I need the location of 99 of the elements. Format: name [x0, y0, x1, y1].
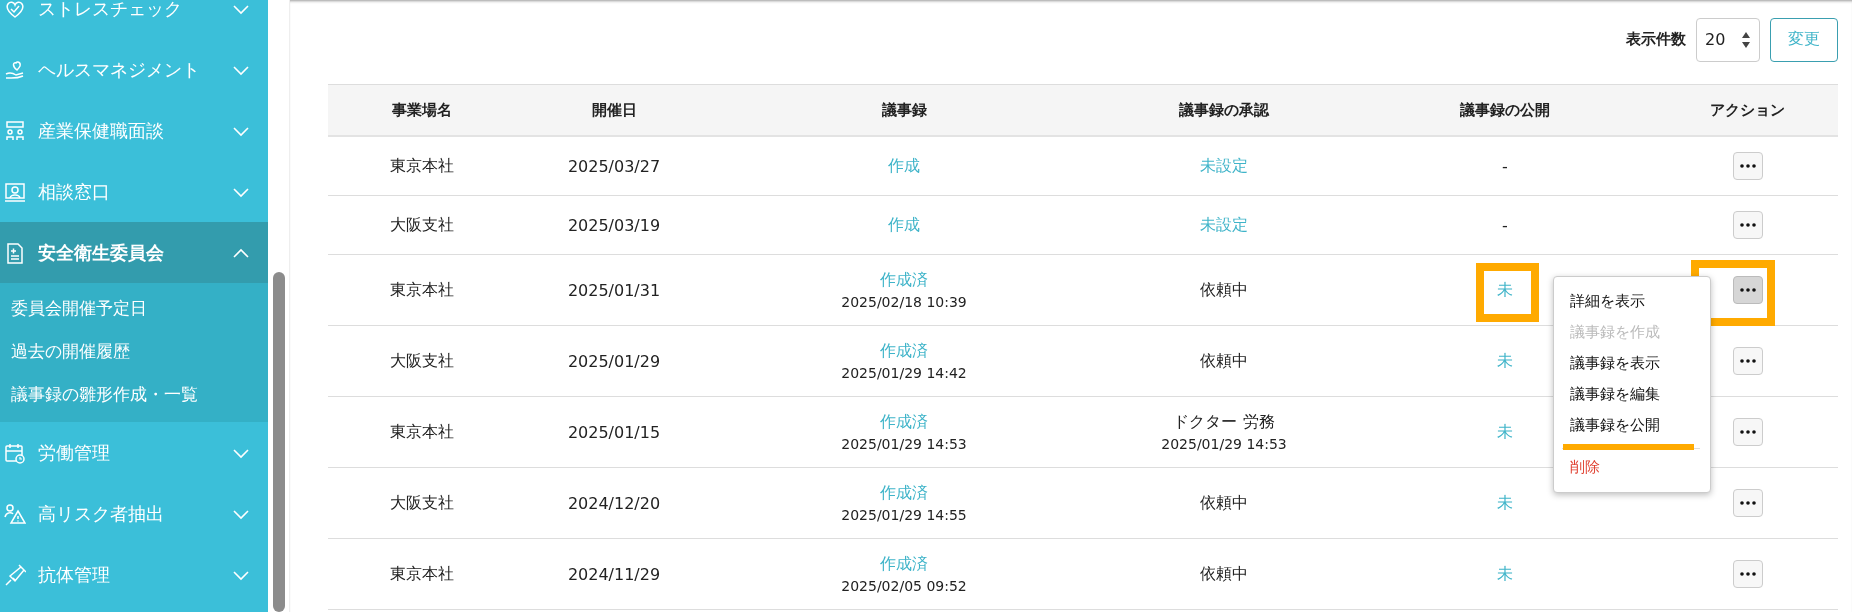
table-cell: 2025/01/29: [567, 351, 661, 371]
timestamp: 2025/01/29 14:53: [1161, 436, 1287, 452]
menu-item[interactable]: 詳細を表示: [1554, 287, 1710, 318]
more-button[interactable]: [1732, 560, 1763, 588]
highlight-box: [1476, 263, 1539, 322]
status-text: -: [1502, 215, 1508, 235]
menu-item[interactable]: 議事録を表示: [1554, 349, 1710, 380]
table-cell: 大阪支社: [389, 214, 454, 236]
status-link[interactable]: 未設定: [1200, 214, 1248, 236]
status-link[interactable]: 未: [1497, 279, 1513, 301]
status-text: 依頼中: [1200, 492, 1248, 514]
status-link[interactable]: 未: [1497, 350, 1513, 372]
menu-item-icon: [4, 180, 26, 203]
status-link[interactable]: 作成済: [880, 554, 928, 575]
column-header: 事業場名: [328, 84, 515, 137]
more-icon[interactable]: [1739, 223, 1756, 227]
status-link[interactable]: 未: [1497, 421, 1513, 443]
status-link[interactable]: 作成: [888, 214, 920, 236]
timestamp: 2025/01/29 14:55: [841, 507, 967, 523]
table-cell: 2025/01/31: [567, 280, 661, 300]
page-size-field[interactable]: 20: [1696, 17, 1760, 62]
sidebar-item[interactable]: ヘルスマネジメント: [0, 39, 268, 100]
more-button[interactable]: [1732, 418, 1763, 446]
status-link[interactable]: 未: [1497, 492, 1513, 514]
more-icon[interactable]: [1739, 430, 1756, 434]
sidebar-item[interactable]: 産業保健職面談: [0, 100, 268, 161]
timestamp: 2025/01/29 14:42: [841, 365, 967, 381]
status-text: 依頼中: [1200, 350, 1248, 372]
status-link[interactable]: 作成済: [880, 483, 928, 504]
table-cell: 2024/12/20: [567, 493, 661, 513]
more-icon[interactable]: [1739, 359, 1756, 363]
menu-item[interactable]: 議事録を公開: [1554, 411, 1710, 442]
column-header: 議事録の公開: [1353, 84, 1657, 137]
table-cell: 2025/01/15: [567, 422, 661, 442]
more-button[interactable]: [1732, 276, 1763, 304]
timestamp: 2025/02/18 10:39: [841, 294, 967, 310]
chevron-up-icon: [232, 246, 250, 259]
spinner-icon[interactable]: [1741, 30, 1751, 49]
timestamp: 2025/01/29 14:53: [841, 436, 967, 452]
status-text: -: [1502, 156, 1508, 176]
more-button[interactable]: [1732, 211, 1763, 239]
status-link[interactable]: 作成: [888, 155, 920, 177]
sidebar-item[interactable]: 労働管理: [0, 422, 268, 483]
more-button[interactable]: [1732, 489, 1763, 517]
chevron-down-icon: [232, 2, 250, 15]
column-header: アクション: [1657, 84, 1838, 137]
table-cell: 東京本社: [389, 563, 454, 585]
page-size-label: 表示件数: [1626, 30, 1686, 49]
more-button[interactable]: [1732, 347, 1763, 375]
chevron-down-icon: [232, 63, 250, 76]
column-header: 議事録の承認: [1095, 84, 1353, 137]
table-cell: 2025/03/19: [567, 215, 661, 235]
column-header: 議事録: [713, 84, 1095, 137]
menu-item-icon: [4, 0, 26, 20]
menu-item-icon: [4, 58, 26, 81]
more-icon[interactable]: [1739, 288, 1756, 292]
more-button[interactable]: [1732, 152, 1763, 180]
more-icon[interactable]: [1739, 164, 1756, 168]
status-text: 依頼中: [1200, 563, 1248, 585]
timestamp: 2025/02/05 09:52: [841, 578, 967, 594]
status-link[interactable]: 作成済: [880, 412, 928, 433]
chevron-down-icon: [232, 568, 250, 581]
menu-item[interactable]: 削除: [1554, 453, 1710, 484]
more-icon[interactable]: [1739, 501, 1756, 505]
more-icon[interactable]: [1739, 572, 1756, 576]
menu-item-icon: [4, 502, 26, 525]
table-cell: 東京本社: [389, 279, 454, 301]
chevron-down-icon: [232, 446, 250, 459]
menu-item[interactable]: 議事録を編集: [1554, 380, 1710, 411]
scrollbar-thumb[interactable]: [272, 272, 285, 612]
submenu-item[interactable]: 委員会開催予定日: [0, 287, 268, 330]
sidebar-item[interactable]: 安全衛生委員会: [0, 222, 268, 283]
table-cell: 東京本社: [389, 421, 454, 443]
sidebar-item[interactable]: 相談窓口: [0, 161, 268, 222]
table-cell: 大阪支社: [389, 492, 454, 514]
menu-item-icon: [4, 119, 26, 142]
table-cell: 東京本社: [389, 155, 454, 177]
status-link[interactable]: 作成済: [880, 270, 928, 291]
chevron-down-icon: [232, 124, 250, 137]
menu-item-icon: [4, 441, 26, 464]
menu-item-icon: [4, 241, 26, 264]
column-header: 開催日: [515, 84, 713, 137]
sidebar-item[interactable]: ストレスチェック: [0, 0, 268, 39]
table-cell: 大阪支社: [389, 350, 454, 372]
submenu-item[interactable]: 議事録の雛形作成・一覧: [0, 373, 268, 416]
status-link[interactable]: 未設定: [1200, 155, 1248, 177]
menu-item-icon: [4, 563, 26, 586]
chevron-down-icon: [232, 185, 250, 198]
status-text: ドクター 労務: [1173, 412, 1275, 433]
sidebar-item[interactable]: 抗体管理: [0, 544, 268, 605]
apply-button[interactable]: 変更: [1770, 17, 1838, 62]
submenu-item[interactable]: 過去の開催履歴: [0, 330, 268, 373]
table-cell: 2024/11/29: [567, 564, 661, 584]
table-cell: 2025/03/27: [567, 156, 661, 176]
chevron-down-icon: [232, 507, 250, 520]
sidebar-item[interactable]: 高リスク者抽出: [0, 483, 268, 544]
status-link[interactable]: 未: [1497, 563, 1513, 585]
status-link[interactable]: 作成済: [880, 341, 928, 362]
status-text: 依頼中: [1200, 279, 1248, 301]
